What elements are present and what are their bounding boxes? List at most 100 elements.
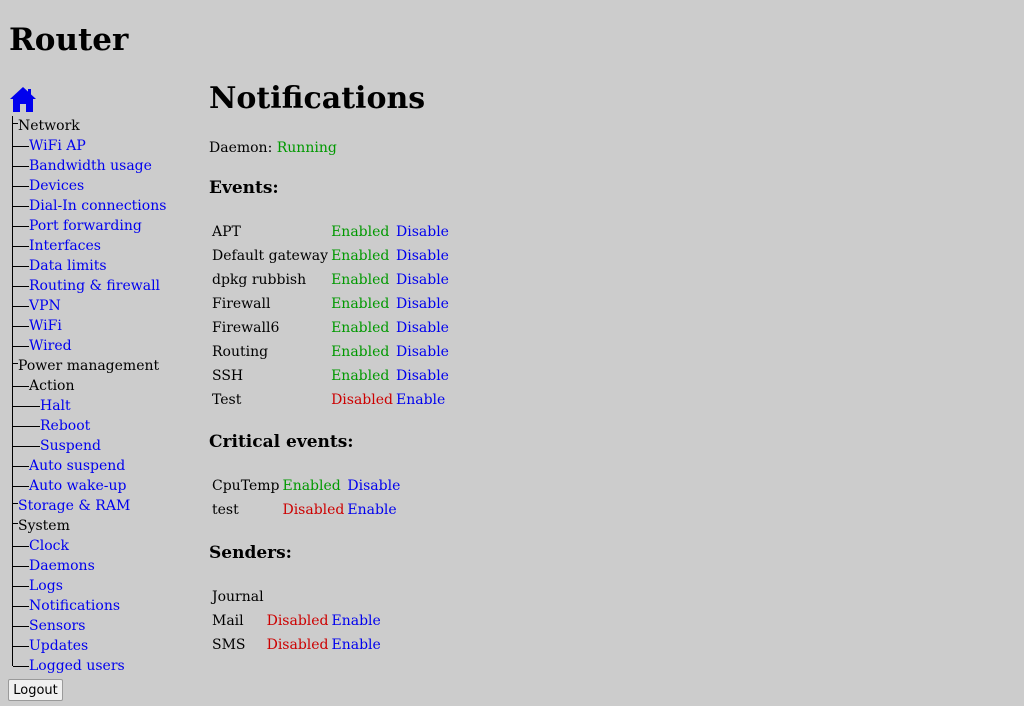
nav-item-label[interactable]: Devices: [29, 176, 84, 196]
nav-item-logged-users[interactable]: Logged users: [9, 656, 199, 676]
nav-item-reboot[interactable]: Reboot: [9, 416, 199, 436]
tree-branch: [13, 276, 29, 287]
nav-item-label[interactable]: Auto suspend: [29, 456, 125, 476]
tree-branch: [13, 176, 29, 187]
nav-item-network: Network: [9, 116, 199, 136]
nav-item-notifications[interactable]: Notifications: [9, 596, 199, 616]
daemon-running-link[interactable]: Running: [277, 140, 337, 156]
nav-item-label[interactable]: Interfaces: [29, 236, 101, 256]
nav-item-halt[interactable]: Halt: [9, 396, 199, 416]
row-enable-link[interactable]: Enable: [332, 637, 381, 653]
sidebar: Network WiFi AP Bandwidth usage Devices Dial…: [9, 86, 199, 676]
critical-events-table: CpuTemp Enabled Disable test Disabled Enable: [209, 474, 403, 522]
senders-heading: Senders:: [209, 543, 292, 563]
nav-item-label[interactable]: Data limits: [29, 256, 107, 276]
nav-item-label[interactable]: Suspend: [40, 436, 101, 456]
nav-item-label[interactable]: Updates: [29, 636, 88, 656]
nav-item-label[interactable]: Routing & firewall: [29, 276, 160, 296]
table-row: SSH Enabled Disable: [212, 364, 449, 388]
row-disable-link[interactable]: Disable: [396, 368, 449, 384]
nav-item-daemons[interactable]: Daemons: [9, 556, 199, 576]
row-enable-link[interactable]: Enable: [332, 613, 381, 629]
nav-item-label[interactable]: Auto wake-up: [29, 476, 126, 496]
status-cell: Enabled: [331, 316, 393, 340]
row-name: SSH: [212, 368, 244, 384]
nav-item-bandwidth-usage[interactable]: Bandwidth usage: [9, 156, 199, 176]
nav-item-label[interactable]: Reboot: [40, 416, 90, 436]
nav-item-label[interactable]: Daemons: [29, 556, 95, 576]
tree-connector: [12, 496, 14, 516]
logout-button[interactable]: Logout: [8, 679, 63, 701]
table-row: test Disabled Enable: [212, 498, 400, 522]
action-cell: Disable: [396, 364, 449, 388]
action-cell: Disable: [396, 220, 449, 244]
row-disable-link[interactable]: Disable: [396, 248, 449, 264]
nav-item-label[interactable]: Port forwarding: [29, 216, 142, 236]
nav-item-label[interactable]: Notifications: [29, 596, 120, 616]
nav-item-label[interactable]: Wired: [29, 336, 72, 356]
nav-item-wifi-ap[interactable]: WiFi AP: [9, 136, 199, 156]
row-name: Firewall6: [212, 320, 280, 336]
tree-branch: [13, 376, 29, 387]
action-cell: Disable: [396, 292, 449, 316]
nav-item-clock[interactable]: Clock: [9, 536, 199, 556]
nav-item-label[interactable]: Bandwidth usage: [29, 156, 152, 176]
nav-item-vpn[interactable]: VPN: [9, 296, 199, 316]
row-enable-link[interactable]: Enable: [347, 502, 396, 518]
tree-branch: [13, 456, 29, 467]
row-status: Disabled: [282, 502, 345, 518]
nav-item-label[interactable]: VPN: [29, 296, 61, 316]
nav-item-label[interactable]: Logged users: [29, 656, 125, 676]
critical-events-heading: Critical events:: [209, 432, 354, 452]
row-name: CpuTemp: [212, 478, 280, 494]
row-disable-link[interactable]: Disable: [396, 320, 449, 336]
nav-item-action: Action: [9, 376, 199, 396]
nav-item-logs[interactable]: Logs: [9, 576, 199, 596]
nav-item-label[interactable]: Storage & RAM: [18, 496, 130, 516]
row-enable-link[interactable]: Enable: [396, 392, 445, 408]
row-disable-link[interactable]: Disable: [396, 224, 449, 240]
nav-item-wifi[interactable]: WiFi: [9, 316, 199, 336]
nav-item-devices[interactable]: Devices: [9, 176, 199, 196]
row-disable-link[interactable]: Disable: [347, 478, 400, 494]
nav-item-label[interactable]: Logs: [29, 576, 63, 596]
nav-item-suspend[interactable]: Suspend: [9, 436, 199, 456]
row-disable-link[interactable]: Disable: [396, 296, 449, 312]
action-cell: Enable: [347, 498, 400, 522]
nav-item-label[interactable]: Sensors: [29, 616, 85, 636]
status-cell: Enabled: [331, 220, 393, 244]
daemon-label: Daemon:: [209, 140, 273, 156]
table-row: CpuTemp Enabled Disable: [212, 474, 400, 498]
tree-branch: [13, 556, 29, 567]
nav-item-wired[interactable]: Wired: [9, 336, 199, 356]
status-cell: Enabled: [331, 340, 393, 364]
nav-item-label[interactable]: WiFi: [29, 316, 62, 336]
nav-item-interfaces[interactable]: Interfaces: [9, 236, 199, 256]
nav-item-auto-wake-up[interactable]: Auto wake-up: [9, 476, 199, 496]
nav-item-label[interactable]: Dial-In connections: [29, 196, 166, 216]
tree-branch: [13, 416, 40, 427]
nav-item-sensors[interactable]: Sensors: [9, 616, 199, 636]
nav-item-storage-ram[interactable]: Storage & RAM: [9, 496, 199, 516]
row-name: Firewall: [212, 296, 271, 312]
row-disable-link[interactable]: Disable: [396, 272, 449, 288]
tree-connector: [12, 356, 14, 376]
action-cell: Disable: [396, 340, 449, 364]
row-status: Disabled: [266, 613, 329, 629]
nav-item-routing-firewall[interactable]: Routing & firewall: [9, 276, 199, 296]
nav-item-data-limits[interactable]: Data limits: [9, 256, 199, 276]
row-disable-link[interactable]: Disable: [396, 344, 449, 360]
nav-item-dial-in-connections[interactable]: Dial-In connections: [9, 196, 199, 216]
nav-item-label[interactable]: WiFi AP: [29, 136, 86, 156]
action-cell: Disable: [347, 474, 400, 498]
nav-item-updates[interactable]: Updates: [9, 636, 199, 656]
tree-branch: [13, 296, 29, 307]
nav-item-auto-suspend[interactable]: Auto suspend: [9, 456, 199, 476]
nav-item-port-forwarding[interactable]: Port forwarding: [9, 216, 199, 236]
nav-item-power-management: Power management: [9, 356, 199, 376]
nav-item-label[interactable]: Halt: [40, 396, 71, 416]
tree-branch: [13, 616, 29, 627]
row-status: Disabled: [266, 637, 329, 653]
home-link[interactable]: [9, 86, 41, 116]
nav-item-label[interactable]: Clock: [29, 536, 69, 556]
